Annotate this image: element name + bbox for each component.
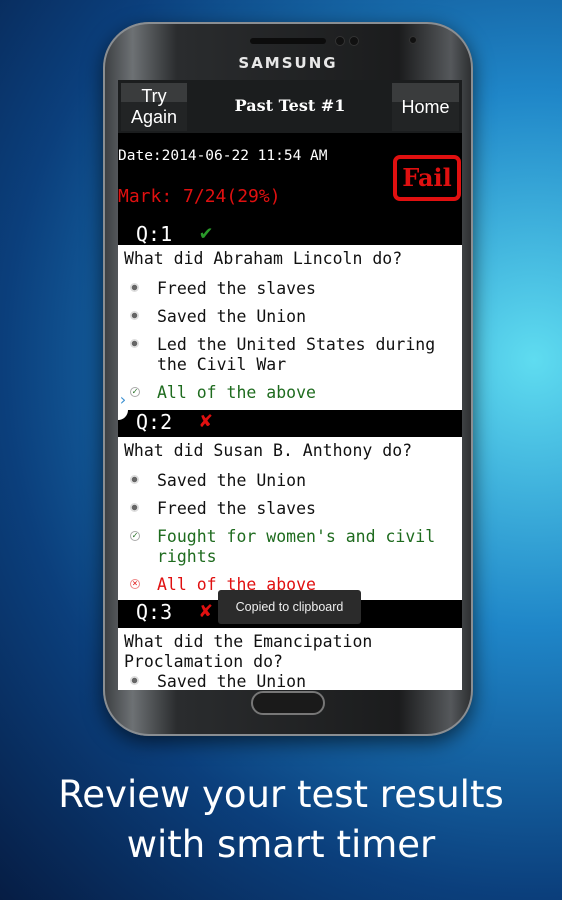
speaker [250,38,326,44]
sensor [335,36,345,46]
question-number: Q:2 [136,410,173,434]
question-text: What did the Emancipation Proclamation d… [124,632,373,671]
brand-logo: SAMSUNG [238,54,338,72]
option-text: All of the above [157,383,316,402]
question-card: What did the Emancipation Proclamation d… [118,628,462,690]
option-text: Saved the Union [157,307,307,326]
cross-icon: ✘ [200,408,213,432]
option-text: Saved the Union [157,672,307,690]
question-text: What did Susan B. Anthony do? [124,441,413,460]
front-camera [409,36,417,44]
option-text: Led the United States during the Civil W… [157,335,436,374]
home-button[interactable]: Home [392,83,459,131]
question-card: What did Abraham Lincoln do? Freed the sl… [118,245,462,410]
question-number: Q:1 [136,222,173,246]
check-icon: ✔ [200,220,213,244]
question-card: What did Susan B. Anthony do? Saved the U… [118,437,462,600]
radio-icon [130,311,139,320]
fail-badge: Fail [393,155,461,201]
correct-answer-icon: ✓ [130,531,140,541]
test-date: Date:2014-06-22 11:54 AM [118,148,328,164]
radio-icon [130,676,139,685]
sensor [349,36,359,46]
option-text: Fought for women's and civil rights [157,527,436,566]
question-text: What did Abraham Lincoln do? [124,249,403,268]
caption-line-2: with smart timer [126,823,436,866]
home-hardware-button[interactable] [251,691,325,715]
wrong-answer-icon: × [130,579,140,589]
question-header: Q:1 ✔ [118,220,462,246]
action-bar: Try Again Past Test #1 Home [118,80,462,133]
caption-line-1: Review your test results [58,773,504,816]
app-screen: Try Again Past Test #1 Home Date:2014-06… [118,80,462,690]
radio-icon [130,283,139,292]
option-text: Freed the slaves [157,499,316,518]
question-number: Q:3 [136,600,173,624]
toast-message: Copied to clipboard [218,590,361,624]
radio-icon [130,339,139,348]
question-header: Q:2 ✘ [118,408,462,437]
radio-icon [130,503,139,512]
radio-icon [130,475,139,484]
drawer-handle-chevron-icon[interactable]: › [118,380,128,420]
correct-answer-icon: ✓ [130,387,140,397]
cross-icon: ✘ [200,598,213,622]
option-text: Saved the Union [157,471,307,490]
option-text: Freed the slaves [157,279,316,298]
test-mark: Mark: 7/24(29%) [118,186,281,207]
